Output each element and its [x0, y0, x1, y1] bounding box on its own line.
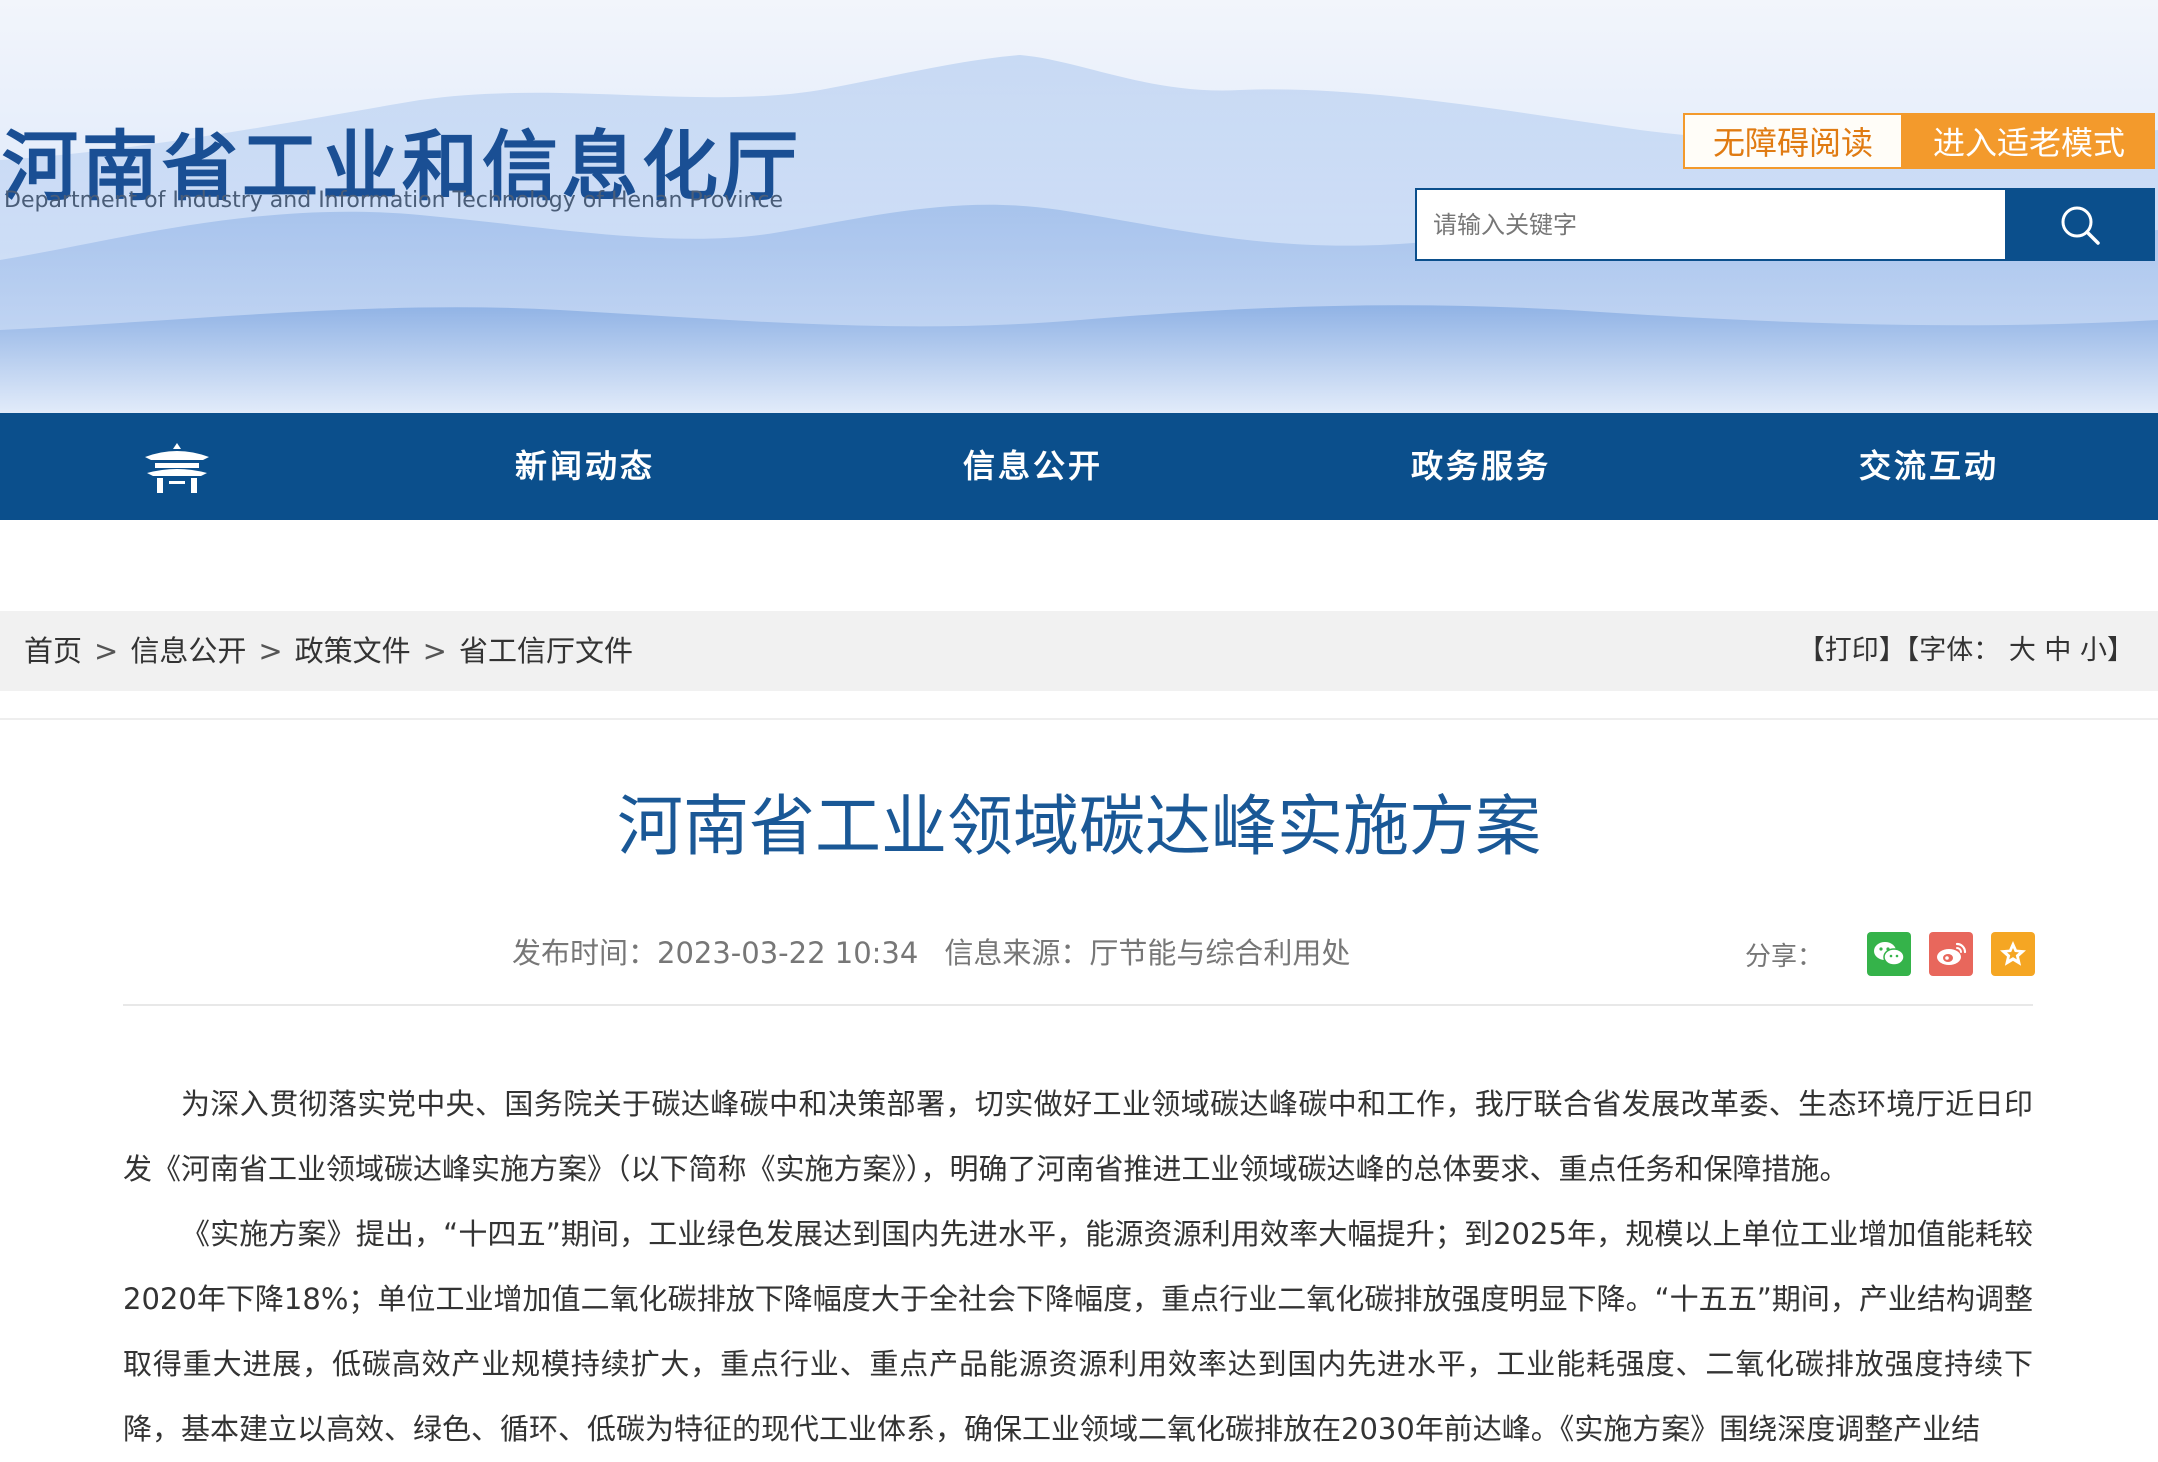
search-bar [1415, 188, 2155, 261]
nav-item-interaction[interactable]: 交流互动 [1859, 413, 1999, 520]
site-logo-subtitle: Department of Industry and Information T… [4, 188, 784, 213]
pavilion-home-icon [145, 443, 209, 493]
article-body: 为深入贯彻落实党中央、国务院关于碳达峰碳中和决策部署，切实做好工业领域碳达峰碳中… [123, 1072, 2033, 1462]
meta-divider [123, 1004, 2033, 1006]
breadcrumb-separator: > [422, 634, 447, 668]
print-link[interactable]: 【打印】 [1798, 635, 1906, 666]
favorite-button[interactable] [1991, 932, 2036, 976]
breadcrumb-separator: > [258, 634, 283, 668]
breadcrumb-home[interactable]: 首页 [24, 634, 82, 668]
elder-mode-button[interactable]: 进入适老模式 [1903, 113, 2155, 169]
article-meta: 发布时间：2023-03-22 10:34 信息来源：厅节能与综合利用处 [512, 930, 1350, 972]
wechat-share-button[interactable] [1867, 932, 1912, 976]
breadcrumb-bar: 首页 > 信息公开 > 政策文件 > 省工信厅文件 【打印】【字体： 大 中 小】 [0, 611, 2158, 691]
font-large-link[interactable]: 大 [2009, 635, 2036, 666]
publish-time: 发布时间：2023-03-22 10:34 [512, 936, 919, 970]
mode-bar: 无障碍阅读 进入适老模式 [1683, 113, 2155, 169]
share-bar: 分享： [1745, 932, 2036, 976]
search-input[interactable] [1415, 188, 2005, 261]
nav-item-gov-service[interactable]: 政务服务 [1411, 413, 1551, 520]
breadcrumb: 首页 > 信息公开 > 政策文件 > 省工信厅文件 [24, 611, 633, 691]
search-icon [2061, 206, 2100, 245]
breadcrumb-policy-files[interactable]: 政策文件 [295, 634, 411, 668]
font-size-close: 】 [2107, 635, 2134, 666]
share-label: 分享： [1745, 941, 1824, 972]
breadcrumb-info-disclosure[interactable]: 信息公开 [130, 634, 246, 668]
article-paragraph: 《实施方案》提出，“十四五”期间，工业绿色发展达到国内先进水平，能源资源利用效率… [123, 1217, 2033, 1446]
search-button[interactable] [2005, 188, 2155, 261]
weibo-icon [1937, 942, 1967, 965]
page-tools: 【打印】【字体： 大 中 小】 [1798, 611, 2134, 691]
breadcrumb-separator: > [94, 634, 119, 668]
nav-home-link[interactable] [143, 443, 211, 493]
site-header: 河南省工业和信息化厅 Department of Industry and In… [0, 0, 2158, 413]
favorite-star-icon [2000, 941, 2027, 966]
nav-item-news[interactable]: 新闻动态 [515, 413, 655, 520]
weibo-share-button[interactable] [1929, 932, 1974, 976]
article-title: 河南省工业领域碳达峰实施方案 [617, 788, 1541, 865]
accessibility-reading-button[interactable]: 无障碍阅读 [1683, 113, 1903, 169]
divider [0, 718, 2158, 720]
nav-item-info-disclosure[interactable]: 信息公开 [963, 413, 1103, 520]
font-size-label: 【字体： [1905, 635, 2001, 666]
wechat-icon [1874, 942, 1905, 966]
info-source: 信息来源：厅节能与综合利用处 [944, 936, 1351, 970]
article-paragraph: 为深入贯彻落实党中央、国务院关于碳达峰碳中和决策部署，切实做好工业领域碳达峰碳中… [123, 1087, 2033, 1186]
font-small-link[interactable]: 小 [2080, 635, 2107, 666]
breadcrumb-dept-files[interactable]: 省工信厅文件 [459, 634, 633, 668]
main-nav: 新闻动态 信息公开 政务服务 交流互动 [0, 413, 2158, 520]
font-medium-link[interactable]: 中 [2044, 635, 2071, 666]
